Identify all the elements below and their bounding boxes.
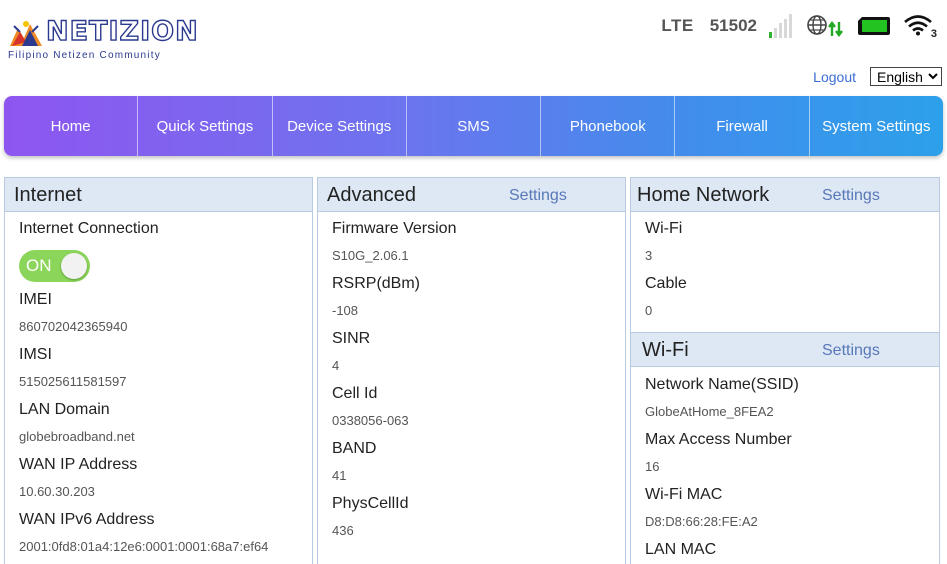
nav-home[interactable]: Home	[4, 96, 139, 156]
wifi-count-value: 3	[645, 248, 653, 263]
internet-connection-label: Internet Connection	[19, 220, 159, 237]
advanced-panel-header: Advanced Settings	[318, 178, 625, 212]
cable-count-label: Cable	[645, 275, 687, 292]
nav-sms[interactable]: SMS	[407, 96, 542, 156]
logout-link[interactable]: Logout	[813, 69, 856, 85]
wifi-icon: 3	[903, 14, 937, 40]
nav-device-settings[interactable]: Device Settings	[273, 96, 407, 156]
status-bar: LTE 51502 3	[661, 12, 937, 40]
lan-domain-label: LAN Domain	[19, 401, 110, 418]
nav-firewall[interactable]: Firewall	[675, 96, 810, 156]
toggle-state-text: ON	[26, 256, 52, 275]
lan-domain-value: globebroadband.net	[19, 429, 135, 444]
home-network-settings-link[interactable]: Settings	[822, 187, 880, 205]
phys-cell-id-value: 436	[332, 523, 354, 538]
brand-name: NETIZION	[45, 15, 199, 47]
max-access-label: Max Access Number	[645, 431, 792, 448]
signal-bar	[769, 32, 772, 38]
wan-ipv6-value: 2001:0fd8:01a4:12e6:0001:0001:68a7:ef64	[19, 539, 269, 554]
rsrp-value: -108	[332, 303, 359, 318]
internet-connection-toggle[interactable]: ON	[19, 250, 90, 282]
wifi-settings-link[interactable]: Settings	[822, 342, 880, 360]
sinr-label: SINR	[332, 330, 371, 347]
wan-ip-value: 10.60.30.203	[19, 484, 95, 499]
main-nav: Home Quick Settings Device Settings SMS …	[4, 96, 943, 156]
band-value: 41	[332, 468, 347, 483]
toggle-knob	[61, 253, 87, 279]
nav-quick-settings[interactable]: Quick Settings	[138, 96, 273, 156]
wifi-panel-header: Wi-Fi Settings	[631, 333, 939, 367]
home-network-title: Home Network	[637, 184, 770, 206]
wan-ipv6-label: WAN IPv6 Address	[19, 511, 155, 528]
wifi-mac-label: Wi-Fi MAC	[645, 486, 723, 503]
advanced-panel: Advanced Settings Firmware Version S10G_…	[317, 177, 626, 564]
wifi-count-label: Wi-Fi	[645, 220, 683, 237]
network-type: LTE	[661, 16, 694, 35]
rsrp-label: RSRP(dBm)	[332, 275, 421, 292]
internet-title: Internet	[14, 184, 82, 206]
wifi-panel: Wi-Fi Settings Network Name(SSID) GlobeA…	[630, 332, 940, 564]
brand-tagline: Filipino Netizen Community	[8, 50, 161, 61]
signal-bar	[779, 23, 782, 38]
top-actions: Logout English	[813, 67, 942, 86]
logo-icon	[10, 21, 42, 46]
signal-bar	[784, 18, 787, 38]
phys-cell-id-label: PhysCellId	[332, 495, 409, 512]
sim-battery-icon	[858, 17, 890, 35]
sinr-value: 4	[332, 358, 340, 373]
ssid-value: GlobeAtHome_8FEA2	[645, 404, 774, 419]
ssid-label: Network Name(SSID)	[645, 376, 799, 393]
nav-system-settings[interactable]: System Settings	[810, 96, 943, 156]
language-select[interactable]: English	[870, 67, 942, 86]
imsi-label: IMSI	[19, 346, 52, 363]
advanced-title: Advanced	[327, 184, 416, 206]
lan-mac-label: LAN MAC	[645, 541, 717, 558]
wifi-mac-value: D8:D8:66:28:FE:A2	[645, 514, 758, 529]
max-access-value: 16	[645, 459, 660, 474]
imei-label: IMEI	[19, 291, 52, 308]
cable-count-value: 0	[645, 303, 653, 318]
firmware-version-value: S10G_2.06.1	[332, 248, 409, 263]
wifi-title: Wi-Fi	[642, 339, 689, 361]
signal-bar	[774, 27, 777, 38]
internet-panel: Internet Internet Connection ON IMEI 860…	[4, 177, 313, 564]
home-network-panel-header: Home Network Settings	[631, 178, 939, 212]
imei-value: 860702042365940	[19, 319, 128, 334]
wifi-client-count: 3	[930, 28, 937, 40]
signal-strength-icon	[769, 14, 795, 38]
home-network-panel: Home Network Settings Wi-Fi 3 Cable 0	[630, 177, 940, 333]
nav-phonebook[interactable]: Phonebook	[541, 96, 676, 156]
firmware-version-label: Firmware Version	[332, 220, 457, 237]
advanced-settings-link[interactable]: Settings	[509, 187, 567, 205]
internet-panel-header: Internet	[5, 178, 312, 212]
band-label: BAND	[332, 440, 377, 457]
brand-logo: NETIZION Filipino Netizen Community	[8, 14, 198, 64]
signal-bar	[789, 14, 792, 38]
operator-code: 51502	[709, 16, 757, 35]
cell-id-label: Cell Id	[332, 385, 378, 402]
wan-ip-label: WAN IP Address	[19, 456, 138, 473]
imsi-value: 515025611581597	[19, 374, 127, 389]
cell-id-value: 0338056-063	[332, 413, 409, 428]
globe-data-icon	[807, 15, 843, 37]
